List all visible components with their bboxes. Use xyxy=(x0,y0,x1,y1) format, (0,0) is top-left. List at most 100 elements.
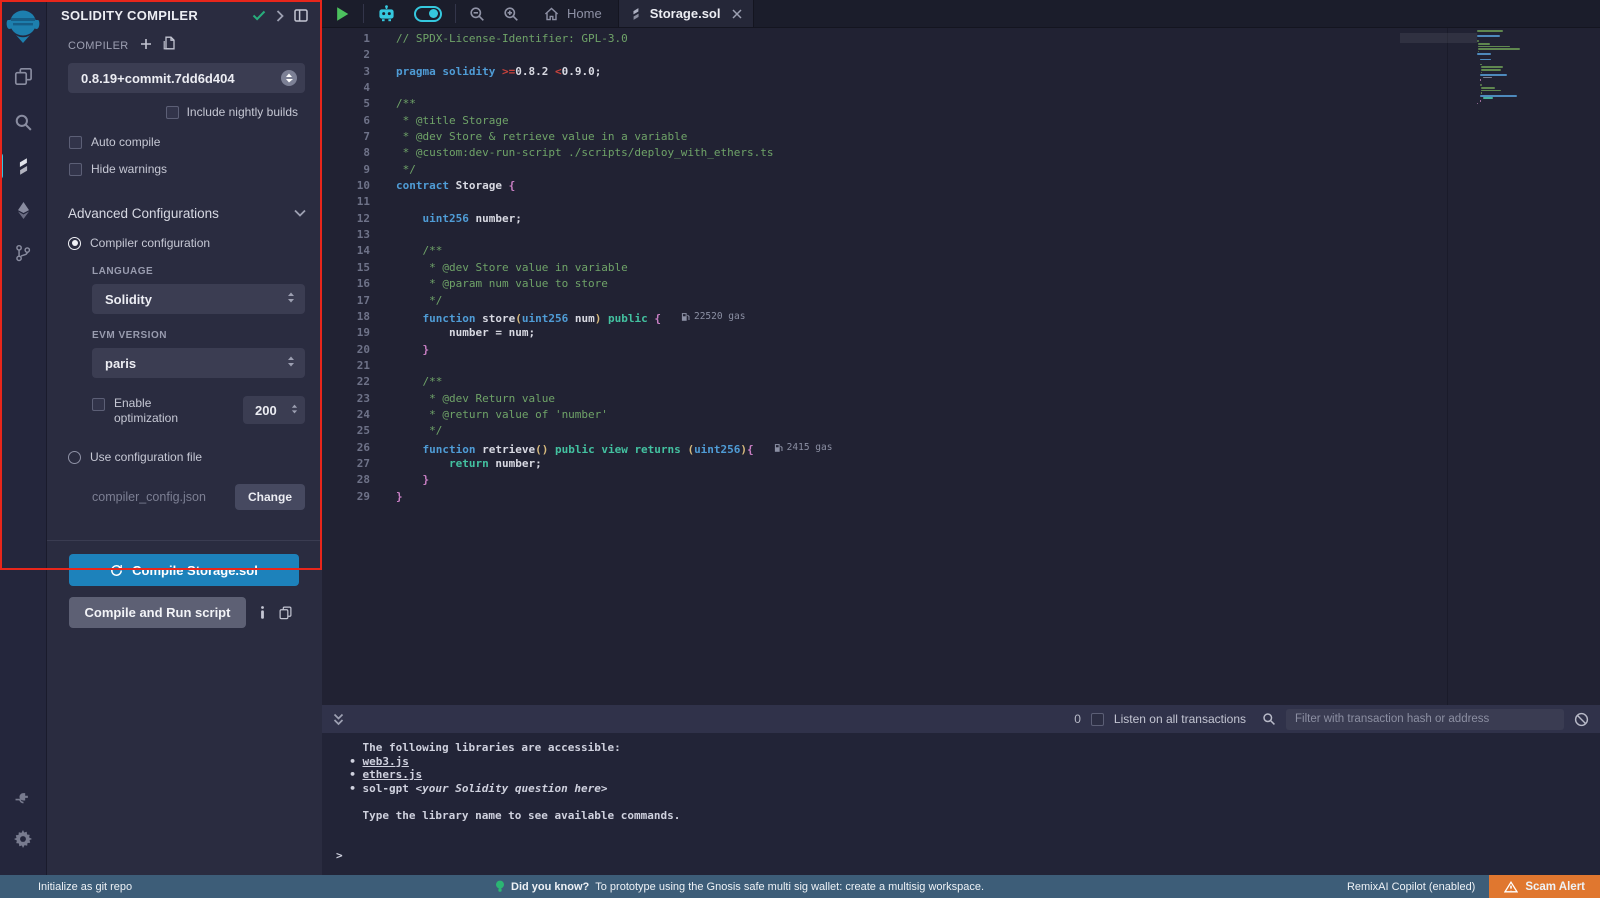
optimization-runs-input[interactable]: 200 xyxy=(243,396,305,424)
close-icon[interactable] xyxy=(732,9,742,19)
compile-and-run-button[interactable]: Compile and Run script xyxy=(69,597,246,628)
listen-all-transactions-checkbox[interactable] xyxy=(1091,713,1104,726)
zoom-out-button[interactable] xyxy=(460,0,494,27)
auto-compile-checkbox[interactable] xyxy=(69,136,82,149)
code-line[interactable]: 15 * @dev Store value in variable xyxy=(322,260,1470,276)
zoom-in-icon xyxy=(503,6,519,22)
line-number: 21 xyxy=(322,358,370,374)
chevron-right-icon[interactable] xyxy=(276,10,284,22)
code-line[interactable]: 1// SPDX-License-Identifier: GPL-3.0 xyxy=(322,31,1470,47)
config-file-row: compiler_config.json Change xyxy=(92,484,305,510)
ban-icon[interactable] xyxy=(1574,712,1589,727)
terminal-line: • sol-gpt <your Solidity question here> xyxy=(336,782,1600,796)
code-line[interactable]: 28 } xyxy=(322,472,1470,488)
change-config-button[interactable]: Change xyxy=(235,484,305,510)
code-line[interactable]: 17 */ xyxy=(322,293,1470,309)
code-line[interactable]: 3pragma solidity >=0.8.2 <0.9.0; xyxy=(322,64,1470,80)
toolbar-separator xyxy=(363,4,364,23)
code-line[interactable]: 21 xyxy=(322,358,1470,374)
evm-version-select[interactable]: paris xyxy=(92,348,305,378)
advanced-configurations-header[interactable]: Advanced Configurations xyxy=(68,204,306,222)
columns-icon[interactable] xyxy=(294,9,308,22)
code-line[interactable]: 4 xyxy=(322,80,1470,96)
copy-icon[interactable] xyxy=(279,606,292,620)
code-line[interactable]: 6 * @title Storage xyxy=(322,113,1470,129)
run-script-button[interactable] xyxy=(322,0,359,27)
terminal-output[interactable]: The following libraries are accessible: … xyxy=(322,733,1600,875)
code-line[interactable]: 9 */ xyxy=(322,162,1470,178)
code-line[interactable]: 13 xyxy=(322,227,1470,243)
terminal-toolbar: 0 Listen on all transactions xyxy=(322,705,1600,733)
terminal-prompt[interactable]: > xyxy=(336,849,1600,862)
include-nightly-label: Include nightly builds xyxy=(187,105,298,119)
code-line[interactable]: 5/** xyxy=(322,96,1470,112)
git-init-status[interactable]: Initialize as git repo xyxy=(38,881,132,893)
hide-warnings-label: Hide warnings xyxy=(91,162,167,176)
lightbulb-icon xyxy=(495,880,505,894)
code-line[interactable]: 22 /** xyxy=(322,374,1470,390)
minimap[interactable] xyxy=(1477,30,1535,105)
active-plugin-indicator xyxy=(0,153,3,179)
auto-compile-label: Auto compile xyxy=(91,135,160,149)
collapse-terminal-icon[interactable] xyxy=(333,713,344,726)
file-add-icon[interactable] xyxy=(163,36,176,55)
ethereum-deploy-icon[interactable] xyxy=(0,190,47,230)
code-line[interactable]: 7 * @dev Store & retrieve value in a var… xyxy=(322,129,1470,145)
include-nightly-checkbox[interactable] xyxy=(166,106,179,119)
line-number: 27 xyxy=(322,456,370,472)
gas-estimate: 22520 gas xyxy=(681,309,745,325)
tab-home[interactable]: Home xyxy=(528,0,618,27)
code-line[interactable]: 18 function store(uint256 num) public {2… xyxy=(322,309,1470,325)
advanced-configurations-title: Advanced Configurations xyxy=(68,206,294,221)
remix-logo-icon[interactable] xyxy=(0,6,47,46)
main-area: Home Storage.sol 1// SPDX-License-Identi… xyxy=(322,0,1600,875)
code-line[interactable]: 20 } xyxy=(322,342,1470,358)
listen-all-transactions-label: Listen on all transactions xyxy=(1114,712,1246,726)
scam-alert-label: Scam Alert xyxy=(1525,881,1585,893)
tip-title: Did you know? xyxy=(511,881,589,893)
code-line[interactable]: 12 uint256 number; xyxy=(322,211,1470,227)
hide-warnings-checkbox[interactable] xyxy=(69,163,82,176)
plus-icon[interactable] xyxy=(140,37,152,55)
file-explorer-icon[interactable] xyxy=(0,56,47,96)
copilot-toggle[interactable] xyxy=(405,0,451,27)
compiler-configuration-radio[interactable] xyxy=(68,237,81,250)
language-select[interactable]: Solidity xyxy=(92,284,305,314)
code-line[interactable]: 14 /** xyxy=(322,243,1470,259)
tab-storage-sol[interactable]: Storage.sol xyxy=(618,0,755,27)
code-line[interactable]: 23 * @dev Return value xyxy=(322,391,1470,407)
code-line[interactable]: 16 * @param num value to store xyxy=(322,276,1470,292)
code-line[interactable]: 29} xyxy=(322,489,1470,505)
code-line[interactable]: 26 function retrieve() public view retur… xyxy=(322,440,1470,456)
transaction-filter-input[interactable] xyxy=(1286,709,1564,730)
info-icon[interactable] xyxy=(260,606,265,619)
compile-button[interactable]: Compile Storage.sol xyxy=(69,554,299,586)
code-line[interactable]: 19 number = num; xyxy=(322,325,1470,341)
chevron-down-icon xyxy=(294,204,306,222)
compiler-version-select[interactable]: 0.8.19+commit.7dd6d404 xyxy=(68,63,305,93)
scam-alert-badge[interactable]: Scam Alert xyxy=(1489,875,1600,898)
code-line[interactable]: 8 * @custom:dev-run-script ./scripts/dep… xyxy=(322,145,1470,161)
code-line[interactable]: 24 * @return value of 'number' xyxy=(322,407,1470,423)
search-icon[interactable] xyxy=(0,102,47,142)
code-line[interactable]: 10contract Storage { xyxy=(322,178,1470,194)
solidity-compiler-icon[interactable] xyxy=(0,146,47,186)
line-number: 12 xyxy=(322,211,370,227)
terminal-link[interactable]: web3.js xyxy=(363,755,409,768)
code-line[interactable]: 25 */ xyxy=(322,423,1470,439)
plugin-manager-icon[interactable] xyxy=(0,779,47,819)
minimap-slider[interactable] xyxy=(1400,33,1477,43)
settings-gear-icon[interactable] xyxy=(0,819,47,859)
git-branch-icon[interactable] xyxy=(0,233,47,273)
terminal-link[interactable]: ethers.js xyxy=(363,768,423,781)
code-area[interactable]: 1// SPDX-License-Identifier: GPL-3.023pr… xyxy=(322,31,1470,505)
ai-copilot-button[interactable] xyxy=(368,0,405,27)
copilot-status[interactable]: RemixAI Copilot (enabled) xyxy=(1347,881,1475,893)
code-editor[interactable]: 1// SPDX-License-Identifier: GPL-3.023pr… xyxy=(322,28,1600,705)
use-config-file-radio[interactable] xyxy=(68,451,81,464)
code-line[interactable]: 27 return number; xyxy=(322,456,1470,472)
code-line[interactable]: 2 xyxy=(322,47,1470,63)
code-line[interactable]: 11 xyxy=(322,194,1470,210)
zoom-in-button[interactable] xyxy=(494,0,528,27)
enable-optimization-checkbox[interactable] xyxy=(92,398,105,411)
